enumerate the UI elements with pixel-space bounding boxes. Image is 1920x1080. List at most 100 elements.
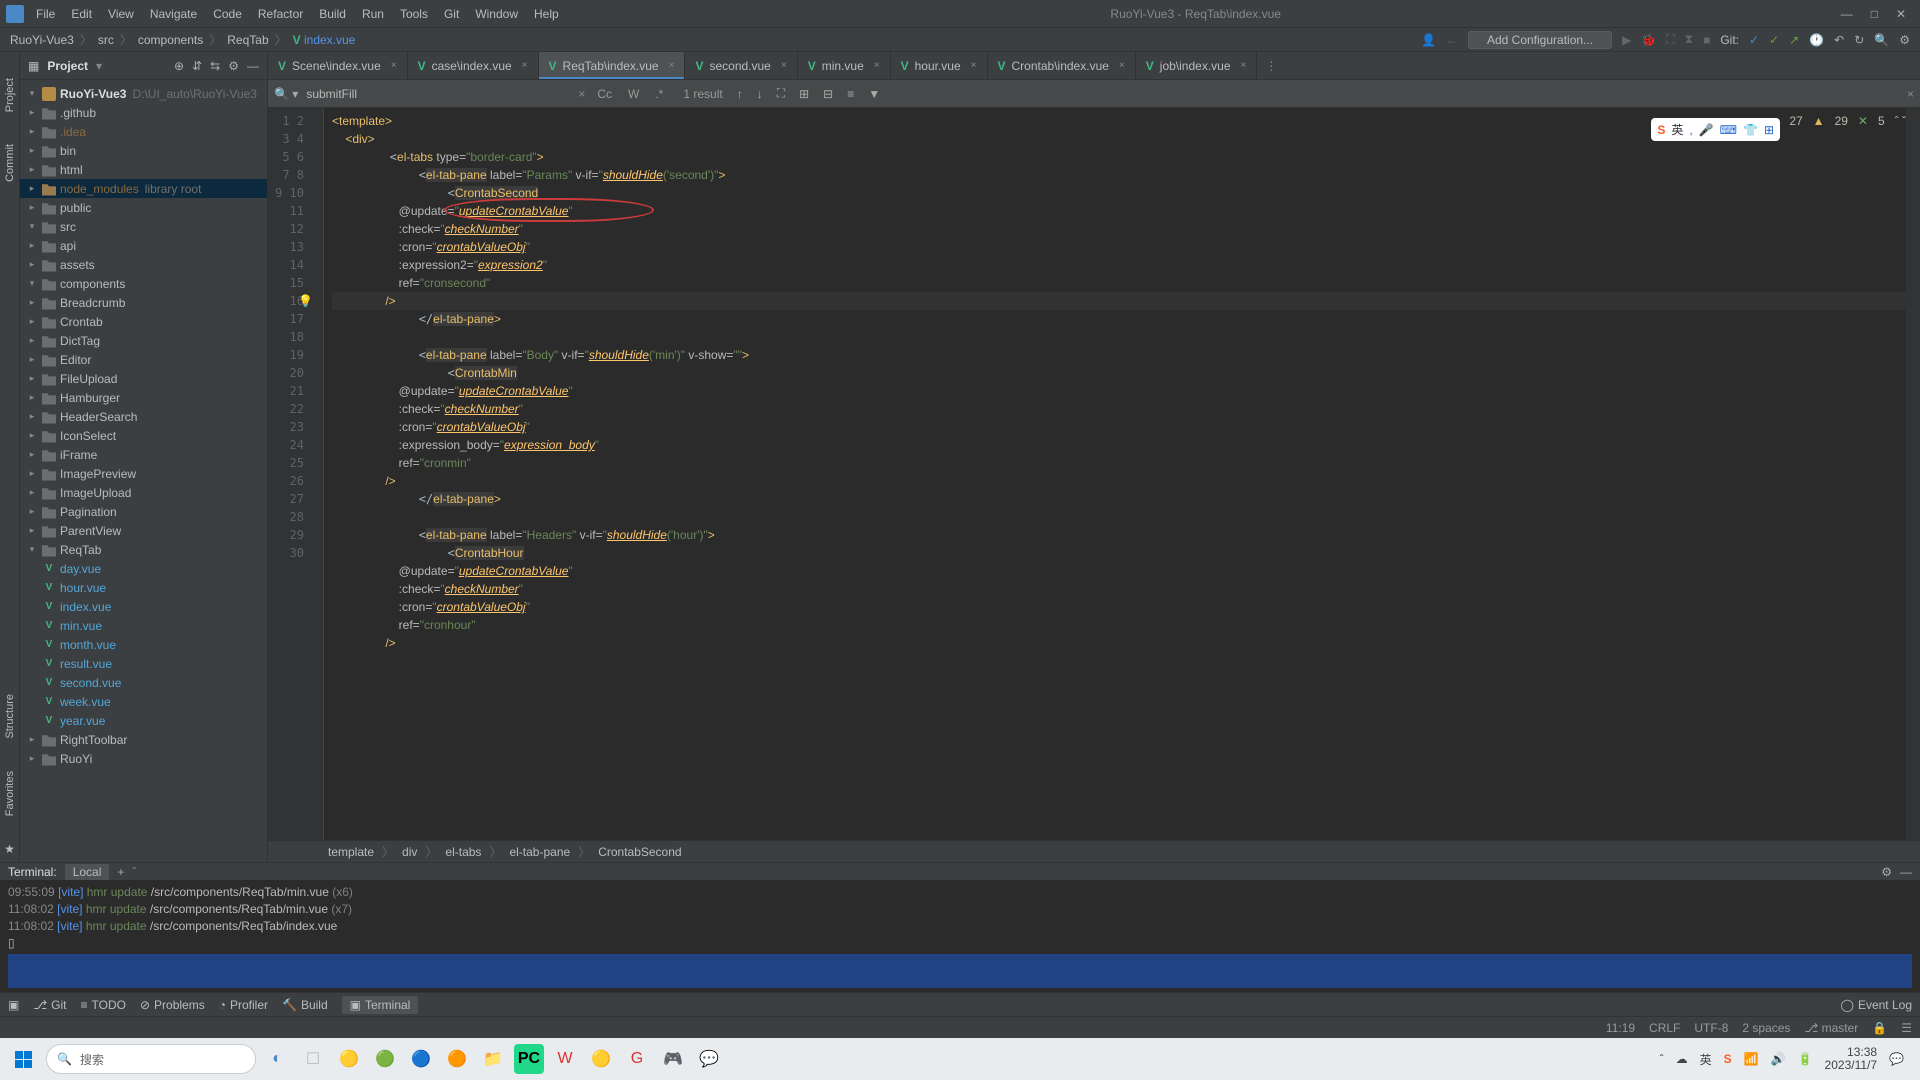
- tree-file[interactable]: Vhour.vue: [20, 578, 267, 597]
- tool-terminal[interactable]: ▣Terminal: [342, 996, 419, 1014]
- add-configuration-button[interactable]: Add Configuration...: [1468, 31, 1612, 49]
- tree-item[interactable]: ▸bin: [20, 141, 267, 160]
- crumb-node[interactable]: el-tab-pane: [509, 845, 570, 859]
- fold-gutter[interactable]: [312, 108, 324, 840]
- menu-window[interactable]: Window: [469, 3, 524, 25]
- tray-clock[interactable]: 13:382023/11/7: [1825, 1046, 1878, 1072]
- status-memory-icon[interactable]: ☰: [1901, 1021, 1912, 1035]
- taskbar-app3-icon[interactable]: 🎮: [658, 1044, 688, 1074]
- tray-onedrive-icon[interactable]: ☁: [1676, 1052, 1688, 1066]
- inspections-chevron-icon[interactable]: ˆ ˇ: [1895, 114, 1906, 128]
- menu-help[interactable]: Help: [528, 3, 565, 25]
- ime-lang-icon[interactable]: 英: [1671, 121, 1683, 138]
- tree-file[interactable]: Vmonth.vue: [20, 635, 267, 654]
- tool-git[interactable]: ⎇Git: [33, 998, 66, 1012]
- find-prev-icon[interactable]: ↑: [737, 87, 743, 101]
- start-button[interactable]: [6, 1042, 40, 1076]
- taskbar-wps-icon[interactable]: W: [550, 1044, 580, 1074]
- crumb-node[interactable]: div: [402, 845, 417, 859]
- ime-keyboard-icon[interactable]: ⌨: [1720, 123, 1737, 137]
- hide-icon[interactable]: —: [247, 59, 259, 73]
- coverage-icon[interactable]: ⛶: [1666, 32, 1674, 47]
- tree-item[interactable]: ▾ReqTab: [20, 540, 267, 559]
- menu-file[interactable]: File: [30, 3, 61, 25]
- ime-toolbox-icon[interactable]: ⊞: [1764, 123, 1774, 137]
- status-position[interactable]: 11:19: [1606, 1021, 1635, 1035]
- tree-item[interactable]: ▸IconSelect: [20, 426, 267, 445]
- terminal-tab-local[interactable]: Local: [65, 864, 110, 880]
- status-indent[interactable]: 2 spaces: [1742, 1021, 1790, 1035]
- tree-item[interactable]: ▸.idea: [20, 122, 267, 141]
- tool-tab-commit[interactable]: Commit: [2, 138, 18, 188]
- tool-event-log[interactable]: ◯Event Log: [1841, 998, 1912, 1012]
- menu-run[interactable]: Run: [356, 3, 390, 25]
- find-settings-icon[interactable]: ≡: [847, 87, 854, 101]
- find-case-icon[interactable]: Cc: [593, 87, 616, 101]
- terminal-hide-icon[interactable]: —: [1900, 865, 1912, 879]
- find-clear-icon[interactable]: ×: [578, 87, 585, 101]
- search-everywhere-icon[interactable]: 🔍: [1874, 33, 1889, 47]
- tree-item[interactable]: ▸DictTag: [20, 331, 267, 350]
- menu-tools[interactable]: Tools: [394, 3, 434, 25]
- terminal-add-tab-icon[interactable]: +: [117, 865, 124, 879]
- run-icon[interactable]: ▶: [1622, 33, 1631, 47]
- status-lineend[interactable]: CRLF: [1649, 1021, 1680, 1035]
- tree-item[interactable]: ▸Hamburger: [20, 388, 267, 407]
- minimize-icon[interactable]: —: [1841, 7, 1853, 21]
- taskbar-edge-icon[interactable]: 🔵: [406, 1044, 436, 1074]
- crumb-node[interactable]: template: [328, 845, 374, 859]
- git-commit-icon[interactable]: ✓: [1769, 33, 1779, 47]
- taskbar-firefox-icon[interactable]: 🟠: [442, 1044, 472, 1074]
- tree-item[interactable]: ▸html: [20, 160, 267, 179]
- ime-punct-icon[interactable]: ,: [1689, 123, 1692, 137]
- taskbar-explorer-icon[interactable]: 📁: [478, 1044, 508, 1074]
- terminal-output[interactable]: 09:55:09 [vite] hmr update /src/componen…: [0, 880, 1920, 992]
- profile-icon[interactable]: ⧗: [1685, 32, 1693, 47]
- editor-tab[interactable]: Vcase\index.vue×: [408, 52, 539, 79]
- project-tree[interactable]: ▾RuoYi-Vue3D:\UI_auto\RuoYi-Vue3 ▸.githu…: [20, 80, 267, 862]
- code-editor[interactable]: <template> <div> <el-tabs type="border-c…: [324, 108, 1906, 840]
- find-next-icon[interactable]: ↓: [757, 87, 763, 101]
- tree-item[interactable]: ▸RightToolbar: [20, 730, 267, 749]
- tree-item[interactable]: ▸iFrame: [20, 445, 267, 464]
- gear-icon[interactable]: ⚙: [228, 59, 239, 73]
- find-words-icon[interactable]: W: [624, 87, 643, 101]
- git-update-icon[interactable]: ✓: [1749, 33, 1759, 47]
- terminal-settings-icon[interactable]: ⚙: [1881, 865, 1892, 879]
- status-branch[interactable]: ⎇ master: [1804, 1021, 1858, 1035]
- find-regex-icon[interactable]: .*: [651, 87, 667, 101]
- menu-git[interactable]: Git: [438, 3, 465, 25]
- tree-item[interactable]: ▸Editor: [20, 350, 267, 369]
- ime-toolbar[interactable]: S 英 , 🎤 ⌨ 👕 ⊞: [1651, 118, 1780, 141]
- user-icon[interactable]: 👤: [1421, 33, 1436, 47]
- crumb-components[interactable]: components: [138, 33, 203, 47]
- tray-ime-icon[interactable]: 英: [1700, 1051, 1712, 1068]
- tree-file[interactable]: Vmin.vue: [20, 616, 267, 635]
- find-input[interactable]: [306, 87, 566, 101]
- tree-item[interactable]: ▸ParentView: [20, 521, 267, 540]
- tree-item[interactable]: ▸FileUpload: [20, 369, 267, 388]
- tray-network-icon[interactable]: 📶: [1744, 1052, 1759, 1066]
- taskbar-wechat-icon[interactable]: 💬: [694, 1044, 724, 1074]
- crumb-node[interactable]: CrontabSecond: [598, 845, 681, 859]
- tool-tab-favorites[interactable]: Favorites: [2, 765, 18, 822]
- taskbar-search[interactable]: 🔍搜索: [46, 1044, 256, 1074]
- tree-item[interactable]: ▾src: [20, 217, 267, 236]
- sync-icon[interactable]: ↻: [1854, 33, 1864, 47]
- find-select-all-icon[interactable]: ⛶: [777, 86, 785, 101]
- taskbar-360-icon[interactable]: 🟢: [370, 1044, 400, 1074]
- tray-notifications-icon[interactable]: 💬: [1889, 1052, 1904, 1066]
- menu-view[interactable]: View: [102, 3, 140, 25]
- tool-todo[interactable]: ≡TODO: [81, 998, 126, 1012]
- collapse-all-icon[interactable]: ⇆: [210, 59, 220, 73]
- close-icon[interactable]: ✕: [1896, 7, 1906, 21]
- editor-tab[interactable]: Vsecond.vue×: [685, 52, 797, 79]
- expand-all-icon[interactable]: ⇵: [192, 59, 202, 73]
- editor-tab[interactable]: Vhour.vue×: [891, 52, 988, 79]
- find-close-icon[interactable]: ×: [1907, 87, 1914, 101]
- menu-navigate[interactable]: Navigate: [144, 3, 203, 25]
- tree-item[interactable]: ▸ImagePreview: [20, 464, 267, 483]
- tree-item[interactable]: ▸HeaderSearch: [20, 407, 267, 426]
- crumb-project[interactable]: RuoYi-Vue3: [10, 33, 74, 47]
- find-remove-selection-icon[interactable]: ⊟: [823, 87, 833, 101]
